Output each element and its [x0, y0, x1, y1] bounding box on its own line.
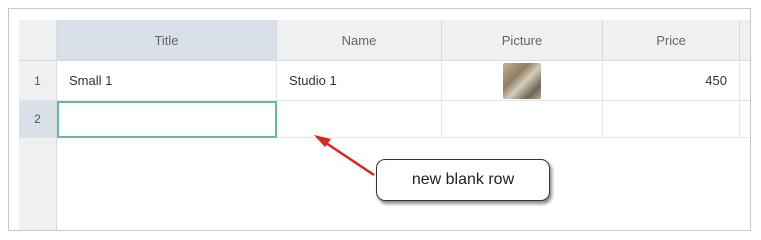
annotation-callout: new blank row	[376, 159, 550, 201]
arrow-line	[325, 141, 375, 177]
annotation-label: new blank row	[411, 171, 515, 188]
annotation-arrow	[314, 135, 375, 177]
